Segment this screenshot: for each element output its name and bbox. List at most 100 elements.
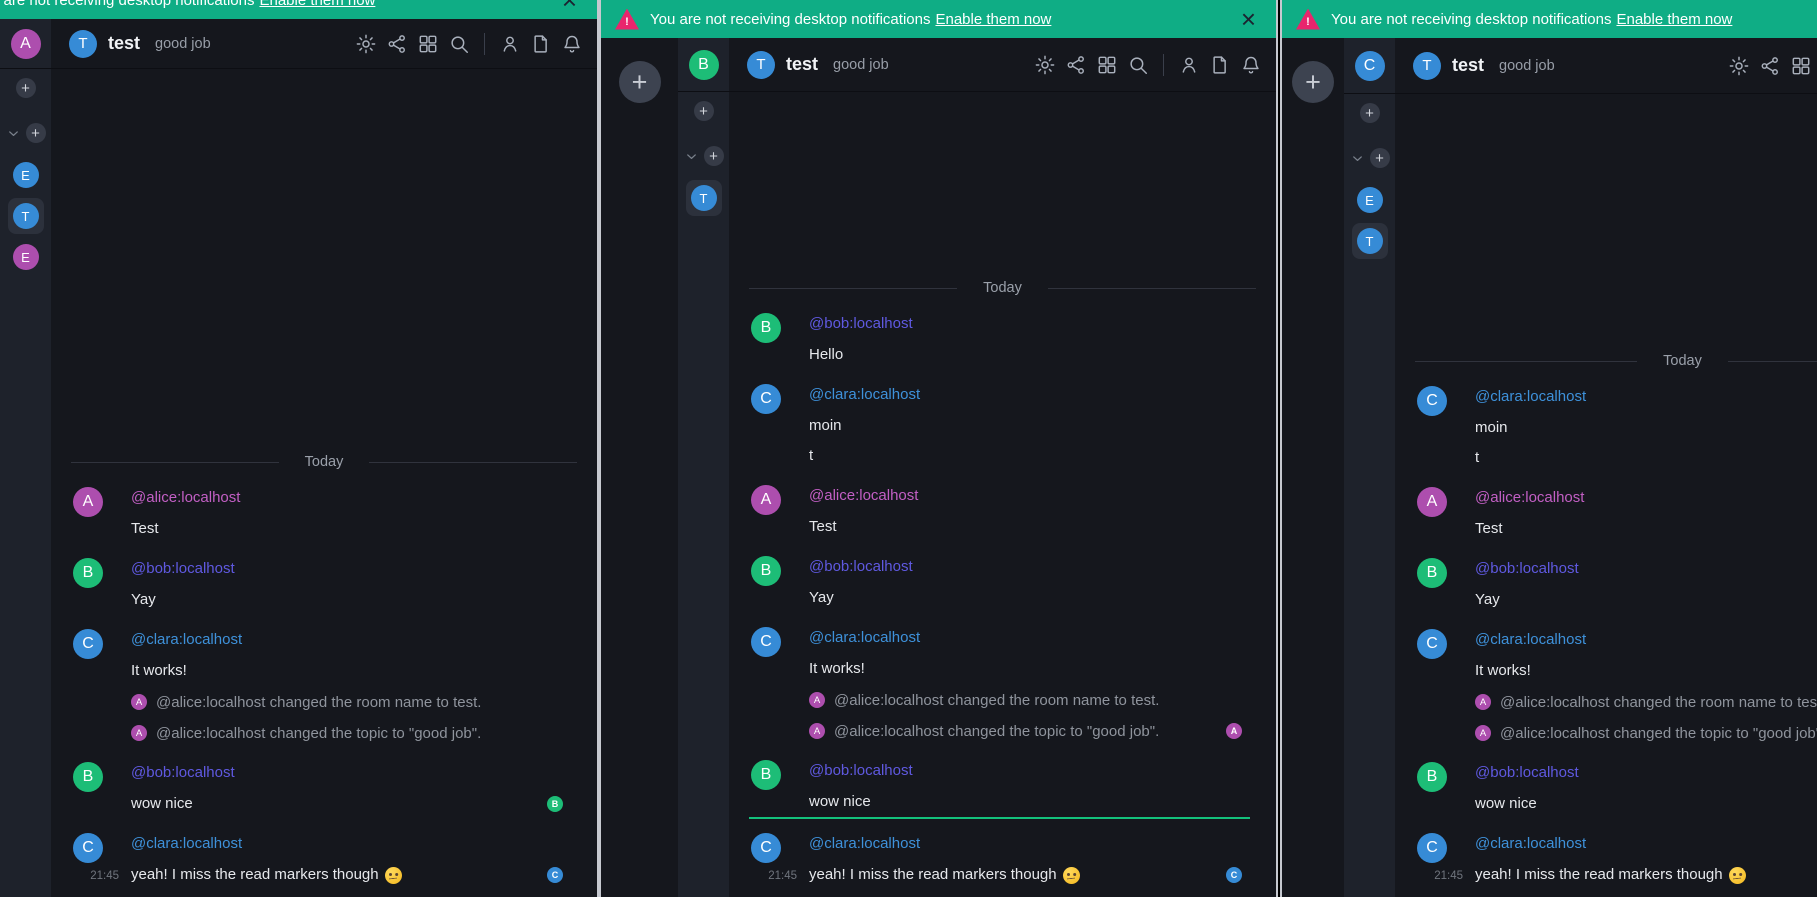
sender-name[interactable]: @alice:localhost xyxy=(1475,487,1817,509)
room-avatar-e: E xyxy=(1357,187,1383,213)
add-space-button[interactable]: + xyxy=(1292,61,1334,103)
add-room-button-small[interactable]: + xyxy=(26,123,46,143)
sender-avatar[interactable]: B xyxy=(1417,762,1447,792)
sender-name[interactable]: @clara:localhost xyxy=(1475,386,1817,408)
bell-icon[interactable] xyxy=(561,33,583,55)
read-receipt-avatar[interactable]: A xyxy=(1226,723,1242,739)
sender-avatar[interactable]: B xyxy=(751,313,781,343)
message-text: yeah! I miss the read markers though xyxy=(809,860,1057,890)
room-avatar[interactable]: T xyxy=(747,51,775,79)
sender-name[interactable]: @clara:localhost xyxy=(1475,833,1817,855)
search-icon[interactable] xyxy=(448,33,470,55)
sender-avatar[interactable]: C xyxy=(73,629,103,659)
sender-name[interactable]: @alice:localhost xyxy=(131,487,563,509)
share-icon[interactable] xyxy=(1065,54,1087,76)
sender-avatar[interactable]: C xyxy=(751,833,781,863)
sender-avatar[interactable]: A xyxy=(751,485,781,515)
sender-name[interactable]: @bob:localhost xyxy=(131,558,563,580)
add-room-button-small[interactable]: + xyxy=(1370,148,1390,168)
read-receipt-avatar[interactable]: C xyxy=(1226,867,1242,883)
people-icon[interactable] xyxy=(1178,54,1200,76)
message-body: It works! xyxy=(1475,656,1817,686)
sender-avatar[interactable]: B xyxy=(73,762,103,792)
sender-avatar[interactable]: B xyxy=(751,556,781,586)
sender-name[interactable]: @bob:localhost xyxy=(1475,762,1817,784)
settings-icon[interactable] xyxy=(1728,55,1750,77)
rail-room-item[interactable]: E xyxy=(1352,182,1388,218)
user-avatar-mini[interactable]: A xyxy=(131,725,147,741)
rail-room-item[interactable]: E xyxy=(8,239,44,275)
sender-name[interactable]: @clara:localhost xyxy=(809,384,1242,406)
rail-room-item[interactable]: E xyxy=(8,157,44,193)
sender-name[interactable]: @clara:localhost xyxy=(131,629,563,651)
user-avatar-mini[interactable]: A xyxy=(809,723,825,739)
grid-icon[interactable] xyxy=(1790,55,1812,77)
chevron-down-icon[interactable] xyxy=(684,149,699,164)
add-space-button[interactable]: + xyxy=(619,61,661,103)
enable-notifications-link[interactable]: Enable them now xyxy=(935,11,1051,28)
user-avatar[interactable]: A xyxy=(11,29,41,59)
room-avatar[interactable]: T xyxy=(1413,52,1441,80)
close-banner-icon[interactable]: × xyxy=(556,0,583,10)
settings-icon[interactable] xyxy=(1034,54,1056,76)
rail-room-item[interactable]: T xyxy=(8,198,44,234)
sender-avatar[interactable]: B xyxy=(73,558,103,588)
room-avatar[interactable]: T xyxy=(69,30,97,58)
add-room-button[interactable]: + xyxy=(694,101,714,121)
message-content: @bob:localhostHello xyxy=(809,313,1242,370)
enable-notifications-link[interactable]: Enable them now xyxy=(259,0,375,9)
sender-name[interactable]: @bob:localhost xyxy=(809,313,1242,335)
sender-avatar[interactable]: C xyxy=(1417,833,1447,863)
share-icon[interactable] xyxy=(386,33,408,55)
sender-avatar[interactable]: B xyxy=(751,760,781,790)
enable-notifications-link[interactable]: Enable them now xyxy=(1616,11,1732,28)
grid-icon[interactable] xyxy=(1096,54,1118,76)
user-avatar[interactable]: C xyxy=(1355,51,1385,81)
space-panel: + xyxy=(1282,38,1344,897)
sender-name[interactable]: @clara:localhost xyxy=(131,833,563,855)
sender-name[interactable]: @bob:localhost xyxy=(809,760,1242,782)
sender-name[interactable]: @bob:localhost xyxy=(1475,558,1817,580)
sender-avatar[interactable]: C xyxy=(1417,386,1447,416)
sender-name[interactable]: @alice:localhost xyxy=(809,485,1242,507)
sender-avatar[interactable]: A xyxy=(1417,487,1447,517)
message-group: B@bob:localhostwow niceB xyxy=(51,762,597,819)
people-icon[interactable] xyxy=(499,33,521,55)
read-receipt-avatar[interactable]: B xyxy=(547,796,563,812)
chevron-down-icon[interactable] xyxy=(1350,151,1365,166)
close-banner-icon[interactable]: × xyxy=(1235,9,1262,29)
add-room-button[interactable]: + xyxy=(1360,103,1380,123)
rail-room-item[interactable]: T xyxy=(1352,223,1388,259)
message-body: wow nice xyxy=(809,787,1242,817)
user-avatar-mini[interactable]: A xyxy=(131,694,147,710)
user-avatar-mini[interactable]: A xyxy=(809,692,825,708)
share-icon[interactable] xyxy=(1759,55,1781,77)
bell-icon[interactable] xyxy=(1240,54,1262,76)
sender-avatar[interactable]: C xyxy=(751,384,781,414)
user-avatar-mini[interactable]: A xyxy=(1475,725,1491,741)
sender-avatar[interactable]: B xyxy=(1417,558,1447,588)
file-icon[interactable] xyxy=(1209,54,1231,76)
user-avatar-mini[interactable]: A xyxy=(1475,694,1491,710)
sender-name[interactable]: @clara:localhost xyxy=(809,627,1242,649)
sender-name[interactable]: @clara:localhost xyxy=(1475,629,1817,651)
sender-name[interactable]: @clara:localhost xyxy=(809,833,1242,855)
message-body: It works! xyxy=(131,656,563,686)
sender-avatar[interactable]: C xyxy=(1417,629,1447,659)
sender-name[interactable]: @bob:localhost xyxy=(809,556,1242,578)
chevron-down-icon[interactable] xyxy=(6,126,21,141)
file-icon[interactable] xyxy=(530,33,552,55)
sender-name[interactable]: @bob:localhost xyxy=(131,762,563,784)
search-icon[interactable] xyxy=(1127,54,1149,76)
read-receipt-avatar[interactable]: C xyxy=(547,867,563,883)
sender-avatar[interactable]: A xyxy=(73,487,103,517)
settings-icon[interactable] xyxy=(355,33,377,55)
add-room-button[interactable]: + xyxy=(16,78,36,98)
message-text: Yay xyxy=(1475,585,1500,615)
rail-room-item[interactable]: T xyxy=(686,180,722,216)
add-room-button-small[interactable]: + xyxy=(704,146,724,166)
sender-avatar[interactable]: C xyxy=(751,627,781,657)
grid-icon[interactable] xyxy=(417,33,439,55)
sender-avatar[interactable]: C xyxy=(73,833,103,863)
user-avatar[interactable]: B xyxy=(689,50,719,80)
